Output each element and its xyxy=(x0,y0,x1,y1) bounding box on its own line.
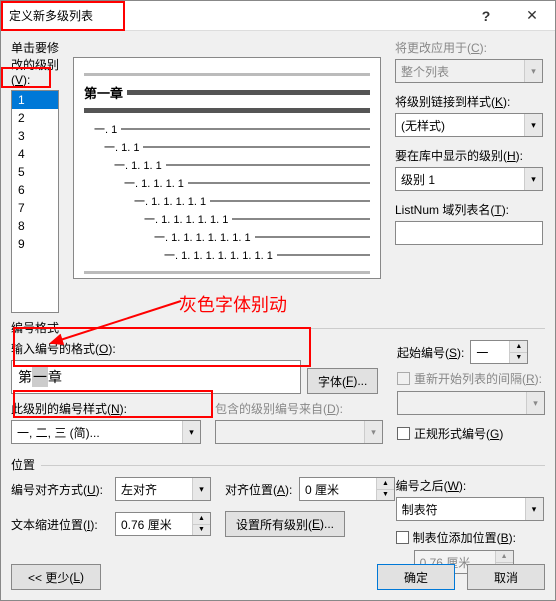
help-button[interactable]: ? xyxy=(463,1,509,30)
spin-up-icon[interactable]: ▲ xyxy=(510,341,527,353)
start-at-label: 起始编号(S): xyxy=(397,344,464,361)
link-style-label: 将级别链接到样式(K): xyxy=(395,93,545,110)
tabstop-label: 制表位添加位置(B): xyxy=(413,529,516,546)
legal-format-checkbox[interactable] xyxy=(397,427,410,440)
ok-button[interactable]: 确定 xyxy=(377,564,455,590)
chevron-down-icon: ▾ xyxy=(364,421,382,443)
dialog-footer: << 更少(L) 确定 取消 xyxy=(11,564,545,590)
spin-down-icon[interactable]: ▼ xyxy=(193,525,210,536)
include-level-label: 包含的级别编号来自(D): xyxy=(215,400,383,417)
level-item-9[interactable]: 9 xyxy=(12,235,58,253)
level-item-8[interactable]: 8 xyxy=(12,217,58,235)
follow-number-label: 编号之后(W): xyxy=(396,477,545,494)
spin-up-icon: ▲ xyxy=(496,551,513,563)
align-at-spinbox[interactable]: 0 厘米 ▲▼ xyxy=(299,477,395,501)
number-format-input[interactable]: 第一章 xyxy=(11,360,301,394)
section-position: 位置 xyxy=(11,456,545,473)
level-listbox[interactable]: 1 2 3 4 5 6 7 8 9 xyxy=(11,90,59,313)
list-preview: 第一章 一. 1 一. 1. 1 一. 1. 1. 1 一. 1. 1. 1. … xyxy=(73,57,381,279)
dialog-window: 定义新多级列表 ? ✕ 灰色字体别动 单击要修改的级别(V): 1 xyxy=(0,0,556,601)
listnum-field[interactable] xyxy=(395,221,543,245)
chevron-down-icon: ▾ xyxy=(192,478,210,500)
chevron-down-icon: ▾ xyxy=(524,60,542,82)
include-level-dropdown: ▾ xyxy=(215,420,383,444)
indent-spinbox[interactable]: 0.76 厘米 ▲▼ xyxy=(115,512,211,536)
apply-to-label: 将更改应用于(C): xyxy=(395,39,545,56)
level-item-4[interactable]: 4 xyxy=(12,145,58,163)
level-list-label: 单击要修改的级别(V): xyxy=(11,39,67,87)
gallery-level-dropdown[interactable]: 级别 1 ▾ xyxy=(395,167,543,191)
number-style-dropdown[interactable]: 一, 二, 三 (简)... ▾ xyxy=(11,420,201,444)
gallery-level-label: 要在库中显示的级别(H): xyxy=(395,147,545,164)
dialog-title: 定义新多级列表 xyxy=(1,7,101,24)
level-item-1[interactable]: 1 xyxy=(12,91,58,109)
spin-down-icon[interactable]: ▼ xyxy=(510,353,527,364)
indent-label: 文本缩进位置(I): xyxy=(11,516,115,533)
close-button[interactable]: ✕ xyxy=(509,1,555,30)
level-item-6[interactable]: 6 xyxy=(12,181,58,199)
level-item-2[interactable]: 2 xyxy=(12,109,58,127)
link-style-dropdown[interactable]: (无样式) ▾ xyxy=(395,113,543,137)
chevron-down-icon: ▾ xyxy=(526,392,544,414)
align-label: 编号对齐方式(U): xyxy=(11,481,115,498)
section-number-format: 编号格式 xyxy=(11,319,545,336)
level-item-7[interactable]: 7 xyxy=(12,199,58,217)
restart-label: 重新开始列表的间隔(R): xyxy=(414,370,542,387)
listnum-label: ListNum 域列表名(T): xyxy=(395,201,545,218)
level-item-5[interactable]: 5 xyxy=(12,163,58,181)
restart-checkbox xyxy=(397,372,410,385)
apply-to-dropdown[interactable]: 整个列表 ▾ xyxy=(395,59,543,83)
chevron-down-icon: ▾ xyxy=(182,421,200,443)
restart-dropdown: ▾ xyxy=(397,391,545,415)
cancel-button[interactable]: 取消 xyxy=(467,564,545,590)
titlebar: 定义新多级列表 ? ✕ xyxy=(1,1,555,31)
chevron-down-icon: ▾ xyxy=(524,114,542,136)
dialog-body: 单击要修改的级别(V): 1 2 3 4 5 6 7 8 9 第一章 xyxy=(1,31,555,584)
less-button[interactable]: << 更少(L) xyxy=(11,564,101,590)
align-dropdown[interactable]: 左对齐 ▾ xyxy=(115,477,211,501)
spin-up-icon[interactable]: ▲ xyxy=(377,478,394,490)
spin-down-icon[interactable]: ▼ xyxy=(377,490,394,501)
align-at-label: 对齐位置(A): xyxy=(225,481,299,498)
number-style-label: 此级别的编号样式(N): xyxy=(11,400,201,417)
set-all-levels-button[interactable]: 设置所有级别(E)... xyxy=(225,511,345,537)
level-item-3[interactable]: 3 xyxy=(12,127,58,145)
follow-number-dropdown[interactable]: 制表符 ▾ xyxy=(396,497,544,521)
tabstop-checkbox[interactable] xyxy=(396,531,409,544)
chevron-down-icon: ▾ xyxy=(524,168,542,190)
legal-format-label: 正规形式编号(G) xyxy=(414,425,503,442)
number-format-input-label: 输入编号的格式(O): xyxy=(11,340,383,357)
font-button[interactable]: 字体(F)... xyxy=(307,368,378,394)
chevron-down-icon: ▾ xyxy=(525,498,543,520)
start-at-spinbox[interactable]: 一 ▲▼ xyxy=(470,340,528,364)
spin-up-icon[interactable]: ▲ xyxy=(193,513,210,525)
window-controls: ? ✕ xyxy=(463,1,555,30)
